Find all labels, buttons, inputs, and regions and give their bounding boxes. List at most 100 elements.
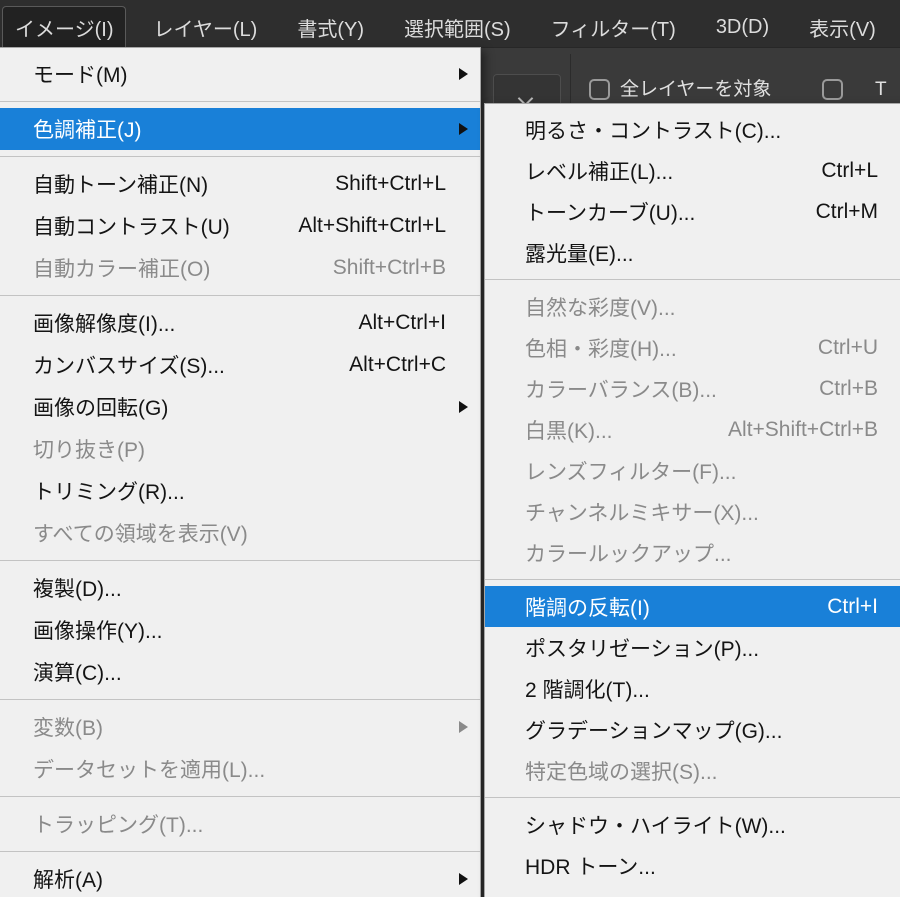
menu-item-label: 白黒(K)... <box>525 419 613 443</box>
menu-item-brightness-contrast[interactable]: 明るさ・コントラスト(C)... <box>485 109 900 150</box>
menu-item-label: 画像操作(Y)... <box>33 620 163 643</box>
menu-item-label: レベル補正(L)... <box>525 160 674 184</box>
menu-item-label: 色相・彩度(H)... <box>525 337 677 361</box>
menu-item-color-balance[interactable]: カラーバランス(B)... Ctrl+B <box>485 368 900 409</box>
menu-item-label: 2 階調化(T)... <box>525 678 650 702</box>
menu-item-color-lookup[interactable]: カラールックアップ... <box>485 532 900 573</box>
menu-item-label: 自然な彩度(V)... <box>525 296 676 320</box>
menu-item-shortcut: Ctrl+U <box>817 335 878 359</box>
menu-separator <box>0 560 480 561</box>
menu-item-vibrance[interactable]: 自然な彩度(V)... <box>485 286 900 327</box>
image-menu-panel: モード(M) 色調補正(J) 自動トーン補正(N) Shift+Ctrl+L 自動コント… <box>0 47 481 897</box>
menu-item-photo-filter[interactable]: レンズフィルター(F)... <box>485 450 900 491</box>
menubar-item-filter[interactable]: フィルター(T) <box>538 6 689 47</box>
menu-item-curves[interactable]: トーンカーブ(U)... Ctrl+M <box>485 191 900 232</box>
menu-item-label: カンバスサイズ(S)... <box>33 355 225 378</box>
menu-item-label: トーンカーブ(U)... <box>525 201 696 225</box>
menu-separator <box>485 797 900 798</box>
menu-item-shortcut: Shift+Ctrl+B <box>332 256 446 279</box>
menubar-item-view[interactable]: 表示(V) <box>796 6 889 47</box>
menu-item-label: 色調補正(J) <box>33 119 142 142</box>
menu-item-adjustments[interactable]: 色調補正(J) <box>0 108 480 150</box>
menu-separator <box>0 101 480 102</box>
all-layers-checkbox[interactable] <box>589 79 610 100</box>
all-layers-label: 全レイヤーを対象 <box>620 79 772 100</box>
menu-item-gradient-map[interactable]: グラデーションマップ(G)... <box>485 709 900 750</box>
menu-item-reveal-all[interactable]: すべての領域を表示(V) <box>0 512 480 554</box>
menu-item-levels[interactable]: レベル補正(L)... Ctrl+L <box>485 150 900 191</box>
menu-item-label: トラッピング(T)... <box>33 814 204 837</box>
menu-item-shortcut: Ctrl+L <box>821 158 878 182</box>
menu-item-label: カラールックアップ... <box>525 542 732 566</box>
menu-separator <box>485 279 900 280</box>
menu-item-label: 自動カラー補正(O) <box>33 258 211 281</box>
menu-item-analysis[interactable]: 解析(A) <box>0 858 480 897</box>
menu-item-label: 画像の回転(G) <box>33 397 169 420</box>
menu-item-shortcut: Shift+Ctrl+L <box>335 172 446 195</box>
menu-item-threshold[interactable]: 2 階調化(T)... <box>485 668 900 709</box>
menu-item-auto-color[interactable]: 自動カラー補正(O) Shift+Ctrl+B <box>0 247 480 289</box>
menu-separator <box>0 295 480 296</box>
menu-item-label: 明るさ・コントラスト(C)... <box>525 119 782 143</box>
menu-item-selective-color[interactable]: 特定色域の選択(S)... <box>485 750 900 791</box>
menubar-item-select[interactable]: 選択範囲(S) <box>391 6 524 47</box>
menu-item-label: グラデーションマップ(G)... <box>525 719 783 743</box>
menu-item-shortcut: Alt+Shift+Ctrl+L <box>298 214 446 237</box>
menu-item-shortcut: Alt+Ctrl+I <box>358 311 446 334</box>
submenu-arrow-icon <box>446 873 468 885</box>
menu-item-hue-saturation[interactable]: 色相・彩度(H)... Ctrl+U <box>485 327 900 368</box>
adjustments-submenu-panel: 明るさ・コントラスト(C)... レベル補正(L)... Ctrl+L トーンカーブ(… <box>484 103 900 897</box>
menubar-item-layer[interactable]: レイヤー(L) <box>140 6 270 47</box>
menu-item-mode[interactable]: モード(M) <box>0 53 480 95</box>
menu-item-duplicate[interactable]: 複製(D)... <box>0 567 480 609</box>
menu-bar: イメージ(I) レイヤー(L) 書式(Y) 選択範囲(S) フィルター(T) 3D(D) 表… <box>0 0 900 47</box>
submenu-arrow-icon <box>446 123 468 135</box>
menu-item-invert[interactable]: 階調の反転(I) Ctrl+I <box>485 586 900 627</box>
menu-item-calculations[interactable]: 演算(C)... <box>0 651 480 693</box>
menu-item-shortcut: Alt+Ctrl+C <box>349 353 446 376</box>
menu-item-label: シャドウ・ハイライト(W)... <box>525 814 786 838</box>
menu-item-canvas-size[interactable]: カンバスサイズ(S)... Alt+Ctrl+C <box>0 344 480 386</box>
menu-item-auto-contrast[interactable]: 自動コントラスト(U) Alt+Shift+Ctrl+L <box>0 205 480 247</box>
menubar-item-3d[interactable]: 3D(D) <box>703 6 782 47</box>
menu-item-apply-data-set[interactable]: データセットを適用(L)... <box>0 748 480 790</box>
menu-item-label: 変数(B) <box>33 717 103 740</box>
menu-separator <box>0 699 480 700</box>
menu-item-posterize[interactable]: ポスタリゼーション(P)... <box>485 627 900 668</box>
menu-item-label: チャンネルミキサー(X)... <box>525 501 759 525</box>
menu-item-label: 自動トーン補正(N) <box>33 174 209 197</box>
menu-item-label: レンズフィルター(F)... <box>525 460 737 484</box>
menu-item-label: データセットを適用(L)... <box>33 759 266 782</box>
menu-item-trim[interactable]: トリミング(R)... <box>0 470 480 512</box>
menu-item-label: モード(M) <box>33 64 128 87</box>
menubar-item-image[interactable]: イメージ(I) <box>2 6 127 47</box>
menubar-item-type[interactable]: 書式(Y) <box>284 6 377 47</box>
menu-item-label: 画像解像度(I)... <box>33 313 176 336</box>
menu-separator <box>0 796 480 797</box>
menu-item-black-white[interactable]: 白黒(K)... Alt+Shift+Ctrl+B <box>485 409 900 450</box>
menu-item-trap[interactable]: トラッピング(T)... <box>0 803 480 845</box>
menu-item-label: 階調の反転(I) <box>525 596 650 620</box>
menu-item-label: HDR トーン... <box>525 855 656 879</box>
menu-item-image-rotation[interactable]: 画像の回転(G) <box>0 386 480 428</box>
menu-item-label: 自動コントラスト(U) <box>33 216 230 239</box>
menu-item-exposure[interactable]: 露光量(E)... <box>485 232 900 273</box>
submenu-arrow-icon <box>446 401 468 413</box>
menu-item-apply-image[interactable]: 画像操作(Y)... <box>0 609 480 651</box>
menu-item-auto-tone[interactable]: 自動トーン補正(N) Shift+Ctrl+L <box>0 163 480 205</box>
menu-item-shortcut: Ctrl+I <box>827 594 878 618</box>
menu-item-channel-mixer[interactable]: チャンネルミキサー(X)... <box>485 491 900 532</box>
menu-item-image-size[interactable]: 画像解像度(I)... Alt+Ctrl+I <box>0 302 480 344</box>
menu-item-crop[interactable]: 切り抜き(P) <box>0 428 480 470</box>
submenu-arrow-icon <box>446 68 468 80</box>
menu-item-hdr-toning[interactable]: HDR トーン... <box>485 845 900 886</box>
submenu-arrow-icon <box>446 721 468 733</box>
menu-separator <box>0 156 480 157</box>
t-checkbox[interactable] <box>822 79 843 100</box>
menu-item-label: トリミング(R)... <box>33 481 185 504</box>
menu-item-shortcut: Ctrl+M <box>815 199 878 223</box>
menu-item-shadows-highlights[interactable]: シャドウ・ハイライト(W)... <box>485 804 900 845</box>
menu-item-variables[interactable]: 変数(B) <box>0 706 480 748</box>
menu-item-label: 複製(D)... <box>33 578 122 601</box>
menu-separator <box>485 579 900 580</box>
